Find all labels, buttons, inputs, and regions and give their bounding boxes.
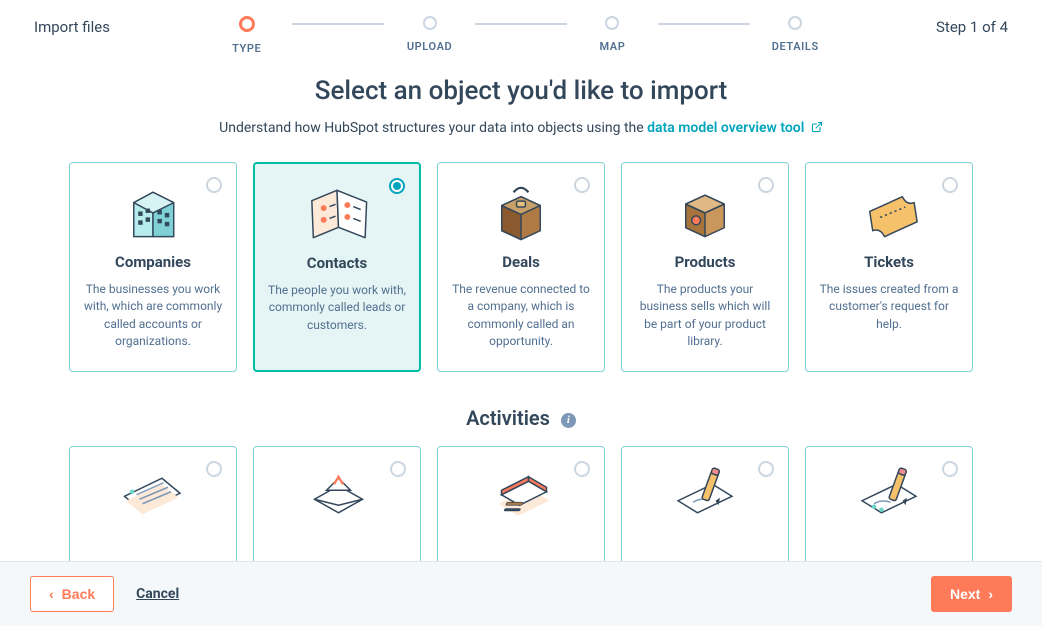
card-tickets[interactable]: Tickets The issues created from a custom… (805, 162, 973, 372)
products-icon (622, 179, 788, 241)
data-model-link[interactable]: data model overview tool (647, 120, 823, 136)
step-dot (788, 16, 802, 30)
mail-icon (264, 459, 410, 535)
step-connector (475, 23, 566, 25)
subtitle-text: Understand how HubSpot structures your d… (219, 120, 647, 136)
tickets-icon (806, 179, 972, 241)
progress-stepper: TYPE UPLOAD MAP DETAILS (0, 16, 1042, 55)
companies-icon (70, 179, 236, 241)
step-label: DETAILS (772, 40, 819, 53)
card-title: Contacts (265, 254, 409, 272)
card-desc: The people you work with, commonly calle… (265, 282, 409, 334)
page-subheading: Understand how HubSpot structures your d… (0, 120, 1042, 136)
activities-heading: Activities i (0, 406, 1042, 430)
card-title: Tickets (816, 253, 962, 271)
activity-card-5[interactable] (805, 446, 973, 561)
chevron-left-icon: ‹ (49, 587, 54, 601)
header: Import files Step 1 of 4 TYPE UPLOAD MAP (0, 0, 1042, 36)
step-upload: UPLOAD (384, 16, 475, 53)
radio-icon (942, 461, 958, 477)
activity-card-3[interactable] (437, 446, 605, 561)
cancel-link[interactable]: Cancel (136, 586, 179, 602)
step-label: UPLOAD (407, 40, 452, 53)
step-dot (605, 16, 619, 30)
chevron-right-icon: › (988, 587, 993, 601)
step-connector (658, 23, 749, 25)
step-dot (423, 16, 437, 30)
card-products[interactable]: Products The products your business sell… (621, 162, 789, 372)
activity-card-4[interactable] (621, 446, 789, 561)
main-content: Select an object you'd like to import Un… (0, 36, 1042, 561)
activity-card-1[interactable] (69, 446, 237, 561)
write-note-icon (632, 459, 778, 535)
card-desc: The revenue connected to a company, whic… (448, 281, 594, 351)
step-label: TYPE (232, 42, 261, 55)
next-button[interactable]: Next › (931, 576, 1012, 612)
step-dot (239, 16, 255, 32)
radio-icon (206, 461, 222, 477)
back-button[interactable]: ‹ Back (30, 576, 114, 612)
card-companies[interactable]: Companies The businesses you work with, … (69, 162, 237, 372)
card-desc: The businesses you work with, which are … (80, 281, 226, 351)
card-deals[interactable]: Deals The revenue connected to a company… (437, 162, 605, 372)
card-title: Products (632, 253, 778, 271)
activity-cards-row (0, 446, 1042, 561)
step-connector (292, 23, 383, 25)
activity-card-2[interactable] (253, 446, 421, 561)
radio-icon (758, 461, 774, 477)
card-desc: The products your business sells which w… (632, 281, 778, 351)
external-link-icon (811, 121, 823, 133)
radio-icon (574, 461, 590, 477)
footer-bar: ‹ Back Cancel Next › (0, 561, 1042, 626)
card-title: Deals (448, 253, 594, 271)
calendar-icon (448, 459, 594, 535)
step-label: MAP (599, 40, 625, 53)
write-task-icon (816, 459, 962, 535)
radio-icon (390, 461, 406, 477)
deals-icon (438, 179, 604, 241)
info-icon[interactable]: i (561, 413, 576, 428)
card-contacts[interactable]: Contacts The people you work with, commo… (253, 162, 421, 372)
card-desc: The issues created from a customer's req… (816, 281, 962, 333)
step-type: TYPE (201, 16, 292, 55)
step-map: MAP (567, 16, 658, 53)
contacts-icon (255, 180, 419, 242)
object-cards-row: Companies The businesses you work with, … (0, 162, 1042, 372)
card-title: Companies (80, 253, 226, 271)
page-heading: Select an object you'd like to import (0, 76, 1042, 106)
step-details: DETAILS (750, 16, 841, 53)
note-icon (80, 459, 226, 535)
